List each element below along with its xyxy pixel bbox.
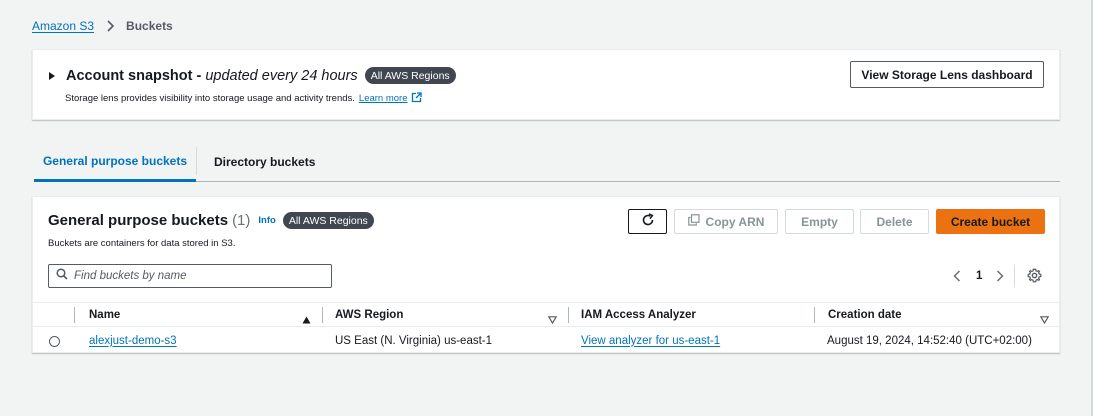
buckets-table-header: Name AWS Region IAM Access Analyzer Crea… bbox=[33, 302, 1059, 327]
chevron-right-icon[interactable] bbox=[994, 267, 1006, 285]
account-snapshot-panel: Account snapshot - updated every 24 hours … bbox=[32, 49, 1060, 120]
view-analyzer-link[interactable]: View analyzer for us-east-1 bbox=[581, 328, 720, 353]
column-aws-region[interactable]: AWS Region bbox=[335, 303, 403, 327]
breadcrumb-buckets: Buckets bbox=[126, 19, 173, 33]
refresh-icon bbox=[641, 213, 655, 230]
delete-button[interactable]: Delete bbox=[860, 209, 929, 234]
panel-description: Buckets are containers for data stored i… bbox=[48, 238, 236, 249]
column-iam-access-analyzer[interactable]: IAM Access Analyzer bbox=[581, 303, 696, 327]
bucket-region: US East (N. Virginia) us-east-1 bbox=[335, 334, 493, 347]
tab-directory-buckets[interactable]: Directory buckets bbox=[214, 145, 315, 181]
bucket-type-tabs: General purpose buckets Directory bucket… bbox=[34, 145, 1060, 182]
column-divider bbox=[568, 307, 569, 323]
general-purpose-buckets-panel: General purpose buckets (1) Info All AWS… bbox=[32, 196, 1060, 353]
column-divider bbox=[74, 307, 75, 323]
info-link[interactable]: Info bbox=[258, 215, 275, 226]
create-bucket-button[interactable]: Create bucket bbox=[936, 209, 1045, 234]
sort-desc-icon[interactable] bbox=[1039, 311, 1050, 329]
snapshot-description-text: Storage lens provides visibility into st… bbox=[65, 93, 355, 104]
snapshot-dash: - bbox=[196, 67, 202, 84]
copy-arn-button[interactable]: Copy ARN bbox=[674, 209, 778, 234]
empty-button[interactable]: Empty bbox=[785, 209, 854, 234]
sort-asc-icon[interactable] bbox=[302, 311, 311, 329]
current-page[interactable]: 1 bbox=[976, 270, 982, 282]
bucket-name-link[interactable]: alexjust-demo-s3 bbox=[89, 328, 177, 353]
snapshot-description: Storage lens provides visibility into st… bbox=[65, 92, 422, 106]
chevron-left-icon[interactable] bbox=[951, 267, 963, 285]
all-regions-badge: All AWS Regions bbox=[364, 67, 456, 84]
column-divider bbox=[322, 307, 323, 323]
learn-more-link[interactable]: Learn more bbox=[359, 93, 408, 104]
table-row: alexjust-demo-s3 US East (N. Virginia) u… bbox=[33, 328, 1059, 353]
pager-divider bbox=[1014, 265, 1015, 287]
panel-header: General purpose buckets (1) Info All AWS… bbox=[48, 212, 374, 229]
search-input[interactable] bbox=[74, 270, 324, 282]
tab-general-purpose-buckets[interactable]: General purpose buckets bbox=[34, 145, 196, 182]
bucket-creation-date: August 19, 2024, 14:52:40 (UTC+02:00) bbox=[827, 334, 1032, 347]
copy-icon bbox=[687, 214, 706, 229]
settings-gear-icon[interactable] bbox=[1027, 268, 1042, 283]
external-link-icon bbox=[411, 92, 422, 106]
column-creation-date[interactable]: Creation date bbox=[828, 303, 902, 327]
chevron-right-icon bbox=[103, 19, 117, 33]
tab-divider bbox=[196, 147, 197, 175]
caret-right-icon bbox=[49, 71, 55, 80]
pagination: 1 bbox=[951, 267, 1006, 285]
snapshot-subtitle: updated every 24 hours bbox=[205, 67, 358, 84]
account-snapshot-toggle[interactable]: Account snapshot - updated every 24 hours … bbox=[49, 67, 456, 84]
breadcrumb-amazon-s3[interactable]: Amazon S3 bbox=[32, 19, 94, 33]
account-snapshot-title: Account snapshot - updated every 24 hours bbox=[66, 68, 358, 84]
bucket-count: (1) bbox=[232, 212, 251, 229]
sort-desc-icon[interactable] bbox=[547, 311, 558, 329]
page-edge bbox=[1091, 0, 1092, 416]
column-name[interactable]: Name bbox=[89, 303, 120, 327]
panel-regions-badge: All AWS Regions bbox=[282, 212, 374, 229]
copy-arn-label: Copy ARN bbox=[705, 214, 765, 229]
column-divider bbox=[814, 307, 815, 323]
view-storage-lens-button[interactable]: View Storage Lens dashboard bbox=[850, 61, 1044, 88]
find-buckets-search[interactable] bbox=[48, 264, 332, 288]
breadcrumb: Amazon S3 Buckets bbox=[32, 19, 173, 33]
row-select-radio[interactable] bbox=[49, 336, 60, 347]
refresh-button[interactable] bbox=[628, 209, 667, 234]
search-icon bbox=[56, 267, 68, 285]
panel-title: General purpose buckets bbox=[48, 212, 229, 229]
snapshot-title-text: Account snapshot bbox=[66, 67, 193, 84]
